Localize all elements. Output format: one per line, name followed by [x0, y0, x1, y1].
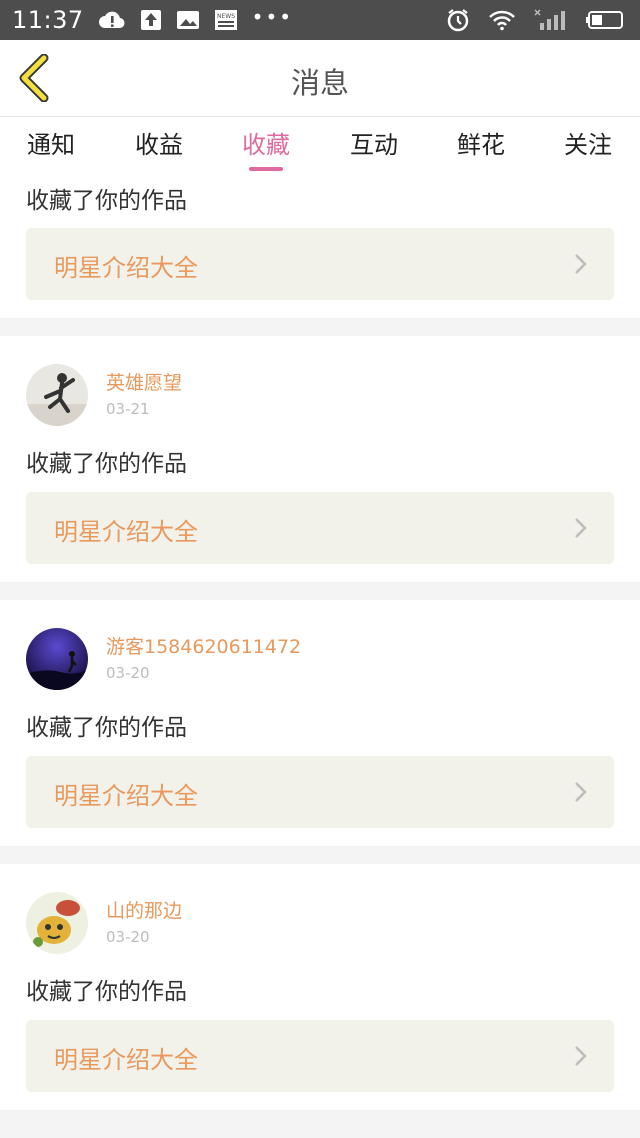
message-date: 03-20: [106, 928, 150, 946]
cloud-alert-icon: [98, 9, 126, 31]
message-list: 收藏了你的作品 明星介绍大全 英雄愿望 03-21 收藏了你的作品 明星介绍大全: [0, 175, 640, 1110]
status-bar: 11:37 NEWS •••: [0, 0, 640, 40]
image-icon: [176, 9, 200, 31]
wifi-icon: [488, 9, 516, 31]
work-title: 明星介绍大全: [54, 254, 198, 282]
chevron-right-icon: [575, 782, 587, 802]
battery-icon: [586, 9, 626, 31]
news-icon-label: NEWS: [217, 13, 235, 20]
work-link[interactable]: 明星介绍大全: [26, 756, 614, 828]
tab-earnings[interactable]: 收益: [119, 125, 199, 160]
message-text: 收藏了你的作品: [26, 451, 187, 477]
message-text: 收藏了你的作品: [26, 715, 187, 741]
chevron-right-icon: [575, 254, 587, 274]
message-date: 03-21: [106, 400, 150, 418]
tab-label: 收益: [135, 131, 183, 159]
tab-interactions[interactable]: 互动: [334, 125, 414, 160]
tab-notifications[interactable]: 通知: [11, 125, 91, 160]
message-card: 游客1584620611472 03-20 收藏了你的作品 明星介绍大全: [0, 600, 640, 846]
avatar[interactable]: [26, 628, 88, 690]
upload-icon: [140, 9, 162, 31]
work-title: 明星介绍大全: [54, 518, 198, 546]
message-card: 英雄愿望 03-21 收藏了你的作品 明星介绍大全: [0, 336, 640, 582]
work-link[interactable]: 明星介绍大全: [26, 492, 614, 564]
tab-favorites[interactable]: 收藏: [226, 125, 306, 171]
tab-bar: 通知 收益 收藏 互动 鲜花 关注: [0, 117, 640, 175]
work-link[interactable]: 明星介绍大全: [26, 228, 614, 300]
tab-following[interactable]: 关注: [548, 125, 628, 160]
active-tab-indicator: [249, 167, 283, 171]
username[interactable]: 山的那边: [106, 896, 182, 923]
chevron-right-icon: [575, 1046, 587, 1066]
work-title: 明星介绍大全: [54, 782, 198, 810]
more-dots-icon: •••: [251, 5, 294, 29]
page-title: 消息: [290, 66, 349, 100]
status-time: 11:37: [12, 6, 84, 34]
alarm-icon: [446, 8, 470, 32]
message-card: 山的那边 03-20 收藏了你的作品 明星介绍大全: [0, 864, 640, 1110]
chevron-right-icon: [575, 518, 587, 538]
message-card: 收藏了你的作品 明星介绍大全: [0, 175, 640, 318]
tab-label: 互动: [350, 131, 398, 159]
signal-icon: [534, 9, 568, 31]
username[interactable]: 游客1584620611472: [106, 632, 301, 659]
message-text: 收藏了你的作品: [26, 979, 187, 1005]
tab-label: 鲜花: [457, 131, 505, 159]
message-text: 收藏了你的作品: [26, 188, 187, 214]
avatar[interactable]: [26, 364, 88, 426]
tab-flowers[interactable]: 鲜花: [441, 125, 521, 160]
nav-header: 消息: [0, 40, 640, 117]
message-date: 03-20: [106, 664, 150, 682]
tab-label: 关注: [564, 131, 612, 159]
work-title: 明星介绍大全: [54, 1046, 198, 1074]
tab-label: 收藏: [242, 131, 290, 159]
tab-label: 通知: [27, 131, 75, 159]
news-icon: NEWS: [214, 9, 238, 31]
work-link[interactable]: 明星介绍大全: [26, 1020, 614, 1092]
avatar[interactable]: [26, 892, 88, 954]
username[interactable]: 英雄愿望: [106, 368, 182, 395]
